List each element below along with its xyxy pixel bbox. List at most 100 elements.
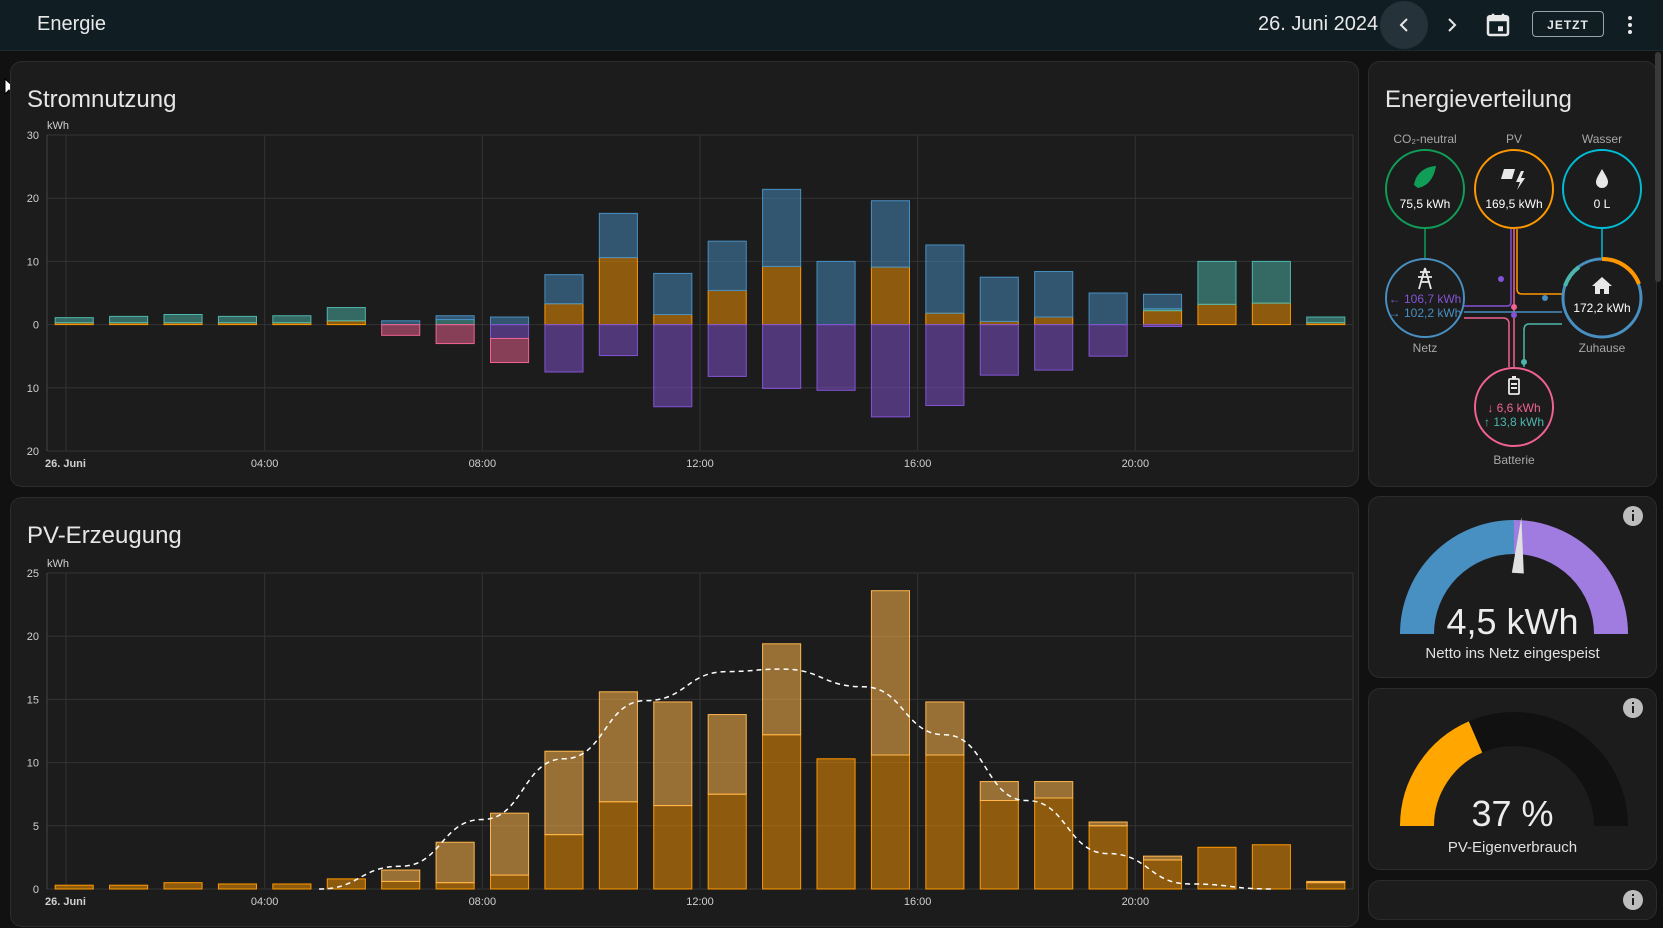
calendar-button[interactable] xyxy=(1483,10,1513,40)
y-tick-label: 0 xyxy=(33,320,39,332)
battery-out-value: ↑ 13,8 kWh xyxy=(1484,415,1544,429)
solar-label: PV xyxy=(1506,132,1522,146)
bar-array_2 xyxy=(1034,781,1074,799)
flow-dot xyxy=(1511,304,1517,310)
flow-dot xyxy=(1511,312,1517,318)
calendar-icon xyxy=(1486,13,1510,37)
bar-battery_out xyxy=(1251,260,1291,304)
page-scrollbar[interactable] xyxy=(1655,52,1661,282)
bar-battery_out xyxy=(217,315,258,324)
grid-node[interactable]: ← 106,7 kWh → 102,2 kWh xyxy=(1385,258,1465,338)
y-tick-label: 0 xyxy=(33,884,39,896)
bar-grid xyxy=(816,260,856,326)
x-tick-label: 20:00 xyxy=(1122,896,1150,908)
gauge-label: Netto ins Netz eingespeist xyxy=(1425,645,1600,662)
bar-array_2 xyxy=(489,812,530,876)
gauge-value: 37 % xyxy=(1471,793,1554,834)
bar-grid xyxy=(489,316,530,326)
unit-label: kWh xyxy=(47,558,69,570)
bar-battery_out xyxy=(435,319,475,326)
additional-gauge-card xyxy=(1368,880,1657,920)
flow-dot xyxy=(1521,359,1527,365)
bar-array_2 xyxy=(707,714,747,795)
info-icon[interactable] xyxy=(1622,889,1644,911)
x-tick-label: 16:00 xyxy=(904,896,932,908)
home-node[interactable]: 172,2 kWh xyxy=(1561,256,1643,339)
chevron-left-icon xyxy=(1399,18,1408,32)
battery-label: Batterie xyxy=(1493,453,1535,467)
bar-battery_in xyxy=(489,338,530,364)
co2-value: 75,5 kWh xyxy=(1400,197,1451,211)
co2-node[interactable]: 75,5 kWh xyxy=(1385,149,1465,229)
bar-grid_export xyxy=(762,324,802,389)
x-tick-label: 16:00 xyxy=(904,458,932,470)
bar-solar xyxy=(762,265,802,326)
page-title: Energie xyxy=(37,13,106,35)
today-button[interactable]: JETZT xyxy=(1532,11,1604,37)
grid-label: Netz xyxy=(1413,341,1438,355)
battery-node[interactable]: ↓ 6,6 kWh ↑ 13,8 kWh xyxy=(1474,367,1554,447)
bar-array_1 xyxy=(925,754,965,890)
bar-battery_out xyxy=(109,315,149,324)
bar-array_1 xyxy=(598,801,638,890)
bar-grid_export xyxy=(925,324,965,406)
solar-node[interactable]: 169,5 kWh xyxy=(1474,149,1554,229)
bar-array_2 xyxy=(544,750,584,836)
bar-array_1 xyxy=(489,874,530,890)
water-label: Wasser xyxy=(1582,132,1622,146)
bar-grid_export xyxy=(707,324,747,377)
x-tick-label: 04:00 xyxy=(251,896,279,908)
x-tick-label: 26. Juni xyxy=(45,458,86,470)
energy-usage-card: Stromnutzung 30 20 10 0 10 20 26. Juni 04:00 08:… xyxy=(10,61,1359,487)
bar-grid_export xyxy=(489,324,530,340)
bar-grid xyxy=(435,315,475,321)
bar-array_2 xyxy=(435,841,475,884)
bar-array_2 xyxy=(1088,821,1128,827)
solar-production-card: PV-Erzeugung 25 20 15 10 5 0 26. Juni 04:00 08:0… xyxy=(10,497,1359,927)
bar-battery_in xyxy=(381,324,421,336)
bar-array_1 xyxy=(1088,825,1128,890)
solar-production-chart: 25 20 15 10 5 0 26. Juni 04:00 08:00 12:00 16:00 20… xyxy=(27,558,1354,908)
bar-grid xyxy=(707,240,747,291)
bar-grid_export xyxy=(870,324,911,418)
bar-array_1 xyxy=(109,884,149,890)
home-value: 172,2 kWh xyxy=(1573,301,1630,315)
next-day-button[interactable] xyxy=(1428,1,1476,49)
bar-solar xyxy=(326,320,366,326)
bar-array_1 xyxy=(435,882,475,890)
y-tick-label: 15 xyxy=(27,694,39,706)
bar-grid_export xyxy=(544,324,584,373)
bar-grid_export xyxy=(816,324,856,391)
bar-array_2 xyxy=(1306,880,1346,884)
bar-array_1 xyxy=(1251,844,1291,890)
previous-day-button[interactable] xyxy=(1380,1,1428,49)
bar-array_1 xyxy=(54,884,94,890)
x-tick-label: 08:00 xyxy=(469,458,497,470)
bar-array_1 xyxy=(707,793,747,890)
bar-battery_out xyxy=(54,317,94,324)
bar-array_1 xyxy=(1034,797,1074,890)
bar-grid xyxy=(381,320,421,326)
y-tick-label: 30 xyxy=(27,130,39,142)
solar-home-line xyxy=(1516,229,1562,295)
overflow-menu-button[interactable] xyxy=(1618,10,1642,40)
date-label: 26. Juni 2024 xyxy=(1258,13,1379,35)
bar-solar xyxy=(925,312,965,326)
bar-array_1 xyxy=(1142,859,1183,890)
bar-grid xyxy=(598,212,638,259)
bar-battery_out xyxy=(272,315,312,324)
x-tick-label: 12:00 xyxy=(686,896,714,908)
bar-array_1 xyxy=(163,882,203,890)
x-tick-label: 20:00 xyxy=(1122,458,1150,470)
solar-value: 169,5 kWh xyxy=(1485,197,1542,211)
bar-grid xyxy=(925,244,965,314)
flow-dot xyxy=(1542,295,1548,301)
y-tick-label: 20 xyxy=(27,193,39,205)
bar-array_2 xyxy=(653,701,693,807)
water-node[interactable]: 0 L xyxy=(1562,149,1642,229)
bar-solar xyxy=(598,257,638,326)
bar-grid_export xyxy=(653,324,693,408)
solar-grid-line xyxy=(1464,229,1512,307)
y-tick-label: 5 xyxy=(33,821,39,833)
x-tick-label: 04:00 xyxy=(251,458,279,470)
